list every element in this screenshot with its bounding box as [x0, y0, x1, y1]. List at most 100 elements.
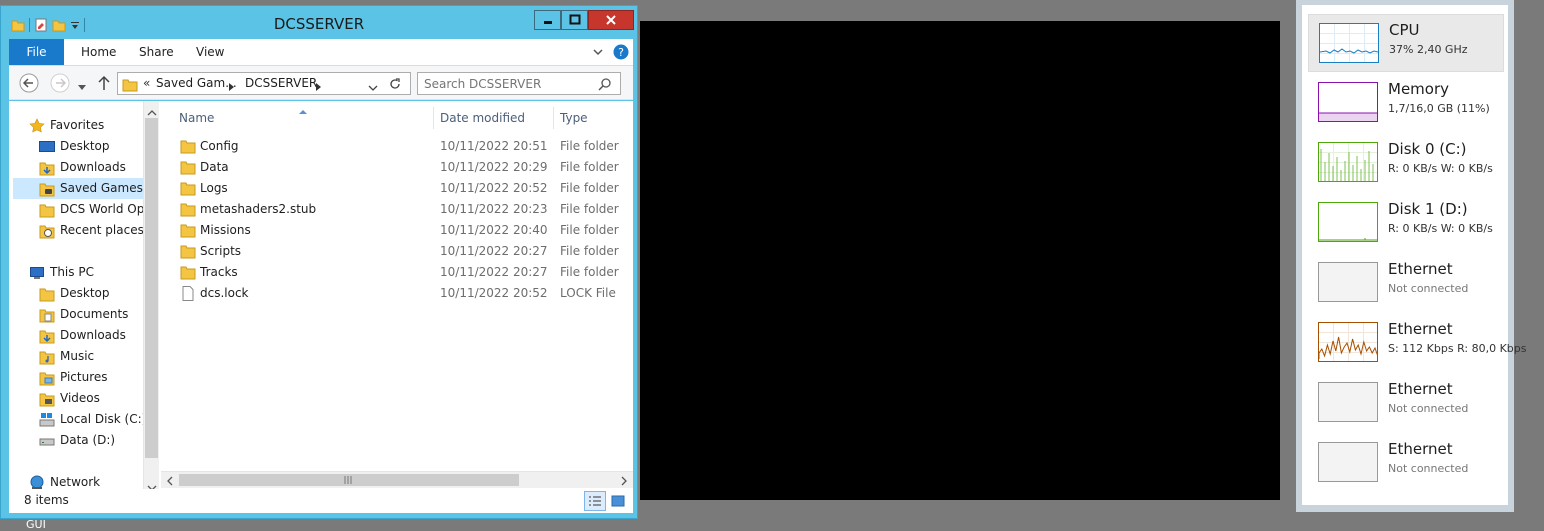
file-row[interactable]: dcs.lock 10/11/2022 20:52 LOCK File	[159, 283, 633, 304]
file-icon	[180, 286, 196, 308]
music-icon	[39, 349, 55, 365]
perf-graph-thumbnail	[1318, 442, 1378, 482]
file-row[interactable]: Data 10/11/2022 20:29 File folder	[159, 157, 633, 178]
perf-title: Ethernet	[1388, 260, 1453, 278]
navigation-scrollbar[interactable]	[143, 101, 159, 494]
column-header-type[interactable]: Type	[560, 107, 588, 129]
perf-item[interactable]: CPU 37% 2,40 GHz	[1308, 14, 1504, 72]
desktop-icon-label[interactable]: GUI	[26, 518, 46, 531]
breadcrumb-saved-games[interactable]: Saved Gam...	[156, 76, 237, 90]
maximize-button[interactable]	[561, 10, 588, 30]
nav-item-dcs-world[interactable]: DCS World Ope	[39, 199, 151, 220]
forward-button[interactable]	[50, 73, 70, 96]
search-icon[interactable]	[598, 77, 612, 94]
perf-item[interactable]: Ethernet Not connected	[1308, 434, 1504, 492]
file-name: Config	[200, 139, 239, 153]
back-button[interactable]	[19, 73, 39, 96]
perf-item[interactable]: Ethernet Not connected	[1308, 254, 1504, 312]
file-name: Scripts	[200, 244, 242, 258]
file-row[interactable]: Missions 10/11/2022 20:40 File folder	[159, 220, 633, 241]
file-row[interactable]: Logs 10/11/2022 20:52 File folder	[159, 178, 633, 199]
nav-item-documents[interactable]: Documents	[39, 304, 128, 325]
breadcrumb-chevron-icon[interactable]	[229, 80, 235, 94]
perf-subtitle: Not connected	[1388, 402, 1469, 415]
expand-ribbon-icon[interactable]	[592, 47, 604, 61]
perf-item[interactable]: Ethernet Not connected	[1308, 374, 1504, 432]
breadcrumb-chevron-icon[interactable]	[316, 80, 322, 94]
scroll-left-icon[interactable]	[166, 475, 174, 489]
tab-file[interactable]: File	[9, 39, 64, 65]
column-divider[interactable]	[553, 107, 554, 129]
nav-item-pc-downloads[interactable]: Downloads	[39, 325, 126, 346]
column-header-date[interactable]: Date modified	[440, 107, 525, 129]
perf-subtitle: Not connected	[1388, 462, 1469, 475]
nav-item-videos[interactable]: Videos	[39, 388, 100, 409]
nav-item-saved-games[interactable]: Saved Games	[13, 178, 143, 199]
tab-view[interactable]: View	[196, 39, 224, 65]
large-icons-view-button[interactable]	[609, 492, 627, 510]
file-date-modified: 10/11/2022 20:29	[440, 160, 548, 174]
nav-item-local-disk-c[interactable]: Local Disk (C:)	[39, 409, 146, 430]
folder-icon	[39, 202, 55, 218]
search-box[interactable]	[417, 72, 621, 95]
perf-title: Ethernet	[1388, 320, 1453, 338]
scroll-thumb[interactable]	[179, 474, 519, 486]
help-icon[interactable]: ?	[613, 44, 629, 63]
file-name: Data	[200, 160, 229, 174]
minimize-button[interactable]	[534, 10, 561, 30]
perf-item[interactable]: Ethernet S: 112 Kbps R: 80,0 Kbps	[1308, 314, 1527, 372]
drive-c-icon	[39, 412, 55, 428]
column-divider[interactable]	[433, 107, 434, 129]
up-button[interactable]	[97, 75, 111, 94]
nav-item-data-d[interactable]: Data (D:)	[39, 430, 115, 451]
address-bar[interactable]: « Saved Gam... DCSSERVER	[117, 72, 411, 95]
file-name: Missions	[200, 223, 251, 237]
scroll-right-icon[interactable]	[620, 475, 628, 489]
nav-this-pc[interactable]: This PC	[29, 262, 94, 283]
perf-graph-thumbnail	[1318, 382, 1378, 422]
close-button[interactable]	[588, 10, 634, 30]
details-view-button[interactable]	[584, 491, 606, 511]
scroll-thumb[interactable]	[145, 118, 158, 458]
file-type: LOCK File	[560, 286, 616, 300]
nav-label: Data (D:)	[60, 433, 116, 447]
documents-icon	[39, 307, 55, 323]
file-row[interactable]: Scripts 10/11/2022 20:27 File folder	[159, 241, 633, 262]
file-row[interactable]: Config 10/11/2022 20:51 File folder	[159, 136, 633, 157]
nav-label: Documents	[60, 307, 129, 321]
nav-item-downloads[interactable]: Downloads	[39, 157, 126, 178]
refresh-icon[interactable]	[388, 77, 402, 94]
nav-item-music[interactable]: Music	[39, 346, 94, 367]
file-row[interactable]: Tracks 10/11/2022 20:27 File folder	[159, 262, 633, 283]
address-dropdown-icon[interactable]	[368, 81, 378, 95]
perf-item[interactable]: Disk 0 (C:) R: 0 KB/s W: 0 KB/s	[1308, 134, 1504, 192]
perf-item[interactable]: Memory 1,7/16,0 GB (11%)	[1308, 74, 1504, 132]
file-name: Logs	[200, 181, 228, 195]
nav-item-pictures[interactable]: Pictures	[39, 367, 108, 388]
ribbon: File Home Share View ?	[9, 39, 633, 66]
file-date-modified: 10/11/2022 20:52	[440, 286, 548, 300]
file-date-modified: 10/11/2022 20:27	[440, 244, 548, 258]
title-bar[interactable]: DCSSERVER	[1, 6, 637, 39]
recent-locations-icon[interactable]	[78, 80, 86, 94]
navigation-bar: « Saved Gam... DCSSERVER	[9, 66, 633, 100]
file-type: File folder	[560, 244, 619, 258]
svg-text:?: ?	[618, 46, 624, 59]
file-list-horizontal-scrollbar[interactable]	[161, 471, 633, 488]
tab-home[interactable]: Home	[81, 39, 116, 65]
address-overflow[interactable]: «	[143, 76, 150, 90]
nav-item-desktop[interactable]: Desktop	[39, 136, 110, 157]
file-type: File folder	[560, 160, 619, 174]
tab-share[interactable]: Share	[139, 39, 174, 65]
navigation-pane: Favorites Desktop Downloads Saved Games …	[9, 101, 159, 494]
search-input[interactable]	[422, 74, 592, 93]
nav-favorites[interactable]: Favorites	[29, 115, 104, 136]
breadcrumb-dcsserver[interactable]: DCSSERVER	[245, 76, 317, 90]
nav-label: Favorites	[50, 118, 105, 132]
perf-title: Ethernet	[1388, 440, 1453, 458]
perf-item[interactable]: Disk 1 (D:) R: 0 KB/s W: 0 KB/s	[1308, 194, 1504, 252]
column-header-name[interactable]: Name	[179, 107, 214, 129]
nav-item-recent-places[interactable]: Recent places	[39, 220, 144, 241]
file-row[interactable]: metashaders2.stub 10/11/2022 20:23 File fo…	[159, 199, 633, 220]
nav-item-pc-desktop[interactable]: Desktop	[39, 283, 110, 304]
